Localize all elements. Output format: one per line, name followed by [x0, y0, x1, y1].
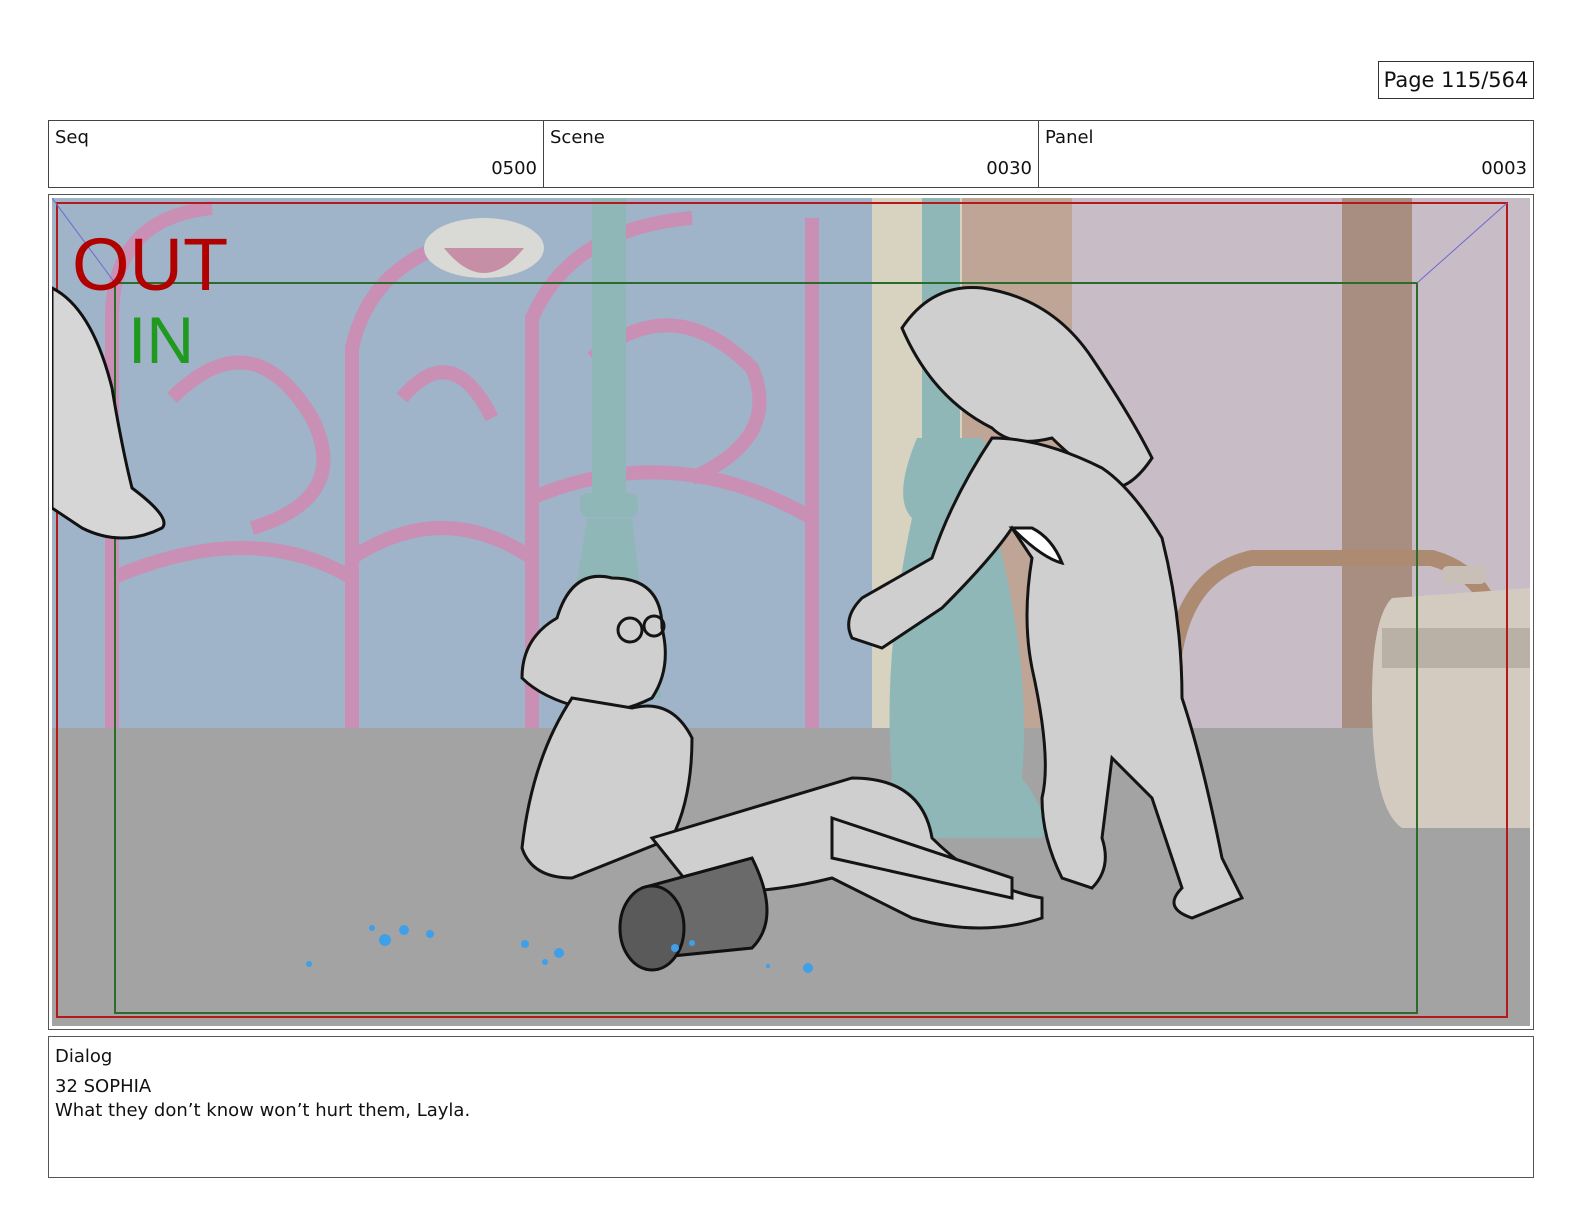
in-label: IN: [128, 303, 194, 377]
page-number: Page 115/564: [1378, 61, 1534, 99]
seq-value: 0500: [491, 158, 537, 179]
scene-value: 0030: [986, 158, 1032, 179]
scene-label: Scene: [550, 127, 605, 148]
dialog-box: Dialog 32 SOPHIA What they don’t know wo…: [48, 1036, 1534, 1178]
scene-cell: Scene 0030: [544, 121, 1039, 187]
storyboard-drawing: OUT IN: [52, 198, 1530, 1026]
out-label: OUT: [72, 223, 228, 306]
panel-cell: Panel 0003: [1039, 121, 1533, 187]
panel-label: Panel: [1045, 127, 1094, 148]
dialog-label: Dialog: [55, 1046, 113, 1067]
hanging-plant: [424, 218, 544, 278]
shot-info-header: Seq 0500 Scene 0030 Panel 0003: [48, 120, 1534, 188]
seq-label: Seq: [55, 127, 89, 148]
dialog-speaker: 32 SOPHIA: [55, 1076, 152, 1097]
dialog-line: What they don’t know won’t hurt them, La…: [55, 1100, 471, 1121]
panel-value: 0003: [1481, 158, 1527, 179]
storyboard-panel: OUT IN: [48, 194, 1534, 1030]
seq-cell: Seq 0500: [49, 121, 544, 187]
